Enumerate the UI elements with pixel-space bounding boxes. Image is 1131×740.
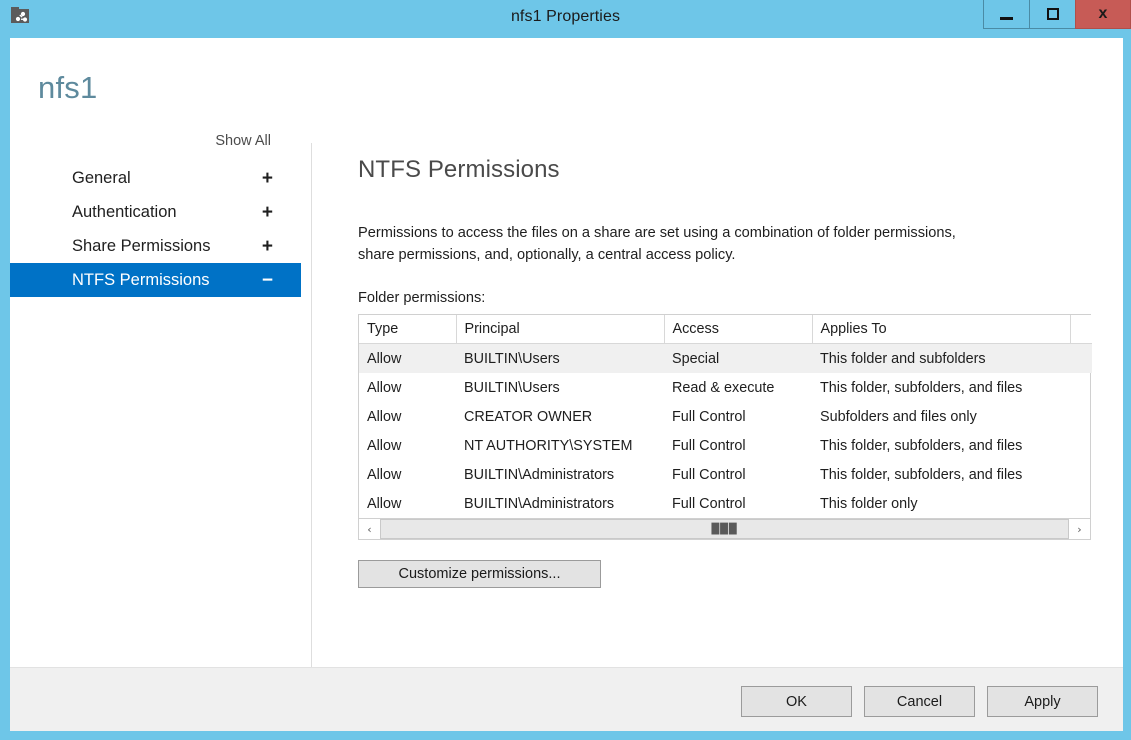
- sidebar-item-label: Authentication: [72, 203, 262, 222]
- page-title: nfs1: [38, 70, 97, 106]
- table-row[interactable]: Allow NT AUTHORITY\SYSTEM Full Control T…: [359, 431, 1092, 460]
- plus-icon: +: [262, 203, 273, 222]
- dialog-footer: OK Cancel Apply: [10, 667, 1123, 731]
- window-title: nfs1 Properties: [0, 8, 1131, 26]
- minus-icon: −: [262, 271, 273, 290]
- table-row[interactable]: Allow BUILTIN\Administrators Full Contro…: [359, 460, 1092, 489]
- table-row[interactable]: Allow BUILTIN\Administrators Full Contro…: [359, 489, 1092, 518]
- table-row[interactable]: Allow CREATOR OWNER Full Control Subfold…: [359, 402, 1092, 431]
- section-description: Permissions to access the files on a sha…: [358, 222, 990, 266]
- table-body: Allow BUILTIN\Users Special This folder …: [359, 344, 1092, 519]
- folder-permissions-label: Folder permissions:: [358, 290, 1098, 306]
- sidebar-item-authentication[interactable]: Authentication +: [10, 195, 301, 229]
- sidebar-item-label: General: [72, 169, 262, 188]
- cell-principal: CREATOR OWNER: [456, 402, 664, 431]
- cell-applies-to: Subfolders and files only: [812, 402, 1070, 431]
- scrollbar-grip-icon: ███: [711, 524, 737, 535]
- plus-icon: +: [262, 169, 273, 188]
- folder-permissions-table: Type Principal Access Applies To Allow B…: [358, 314, 1091, 519]
- cell-type: Allow: [359, 344, 456, 374]
- sidebar-item-label: Share Permissions: [72, 237, 262, 256]
- sidebar-item-label: NTFS Permissions: [72, 271, 262, 290]
- customize-permissions-button[interactable]: Customize permissions...: [358, 560, 601, 588]
- sidebar-item-general[interactable]: General +: [10, 161, 301, 195]
- minimize-button[interactable]: [983, 0, 1029, 29]
- main-content: NTFS Permissions Permissions to access t…: [358, 156, 1098, 588]
- minimize-icon: [1000, 17, 1013, 20]
- cell-applies-to: This folder and subfolders: [812, 344, 1070, 374]
- cell-extra: [1070, 431, 1092, 460]
- cell-type: Allow: [359, 402, 456, 431]
- table-row[interactable]: Allow BUILTIN\Users Special This folder …: [359, 344, 1092, 374]
- cell-principal: BUILTIN\Users: [456, 373, 664, 402]
- cell-applies-to: This folder only: [812, 489, 1070, 518]
- table-header-row: Type Principal Access Applies To: [359, 315, 1092, 344]
- cell-extra: [1070, 489, 1092, 518]
- column-header-extra[interactable]: [1070, 315, 1092, 344]
- table-row[interactable]: Allow BUILTIN\Users Read & execute This …: [359, 373, 1092, 402]
- horizontal-scrollbar[interactable]: ‹ ███ ›: [358, 519, 1091, 540]
- cell-type: Allow: [359, 460, 456, 489]
- footer-button-group: OK Cancel Apply: [741, 686, 1098, 717]
- cell-access: Full Control: [664, 489, 812, 518]
- cell-applies-to: This folder, subfolders, and files: [812, 460, 1070, 489]
- cell-principal: NT AUTHORITY\SYSTEM: [456, 431, 664, 460]
- cell-access: Full Control: [664, 402, 812, 431]
- ok-button[interactable]: OK: [741, 686, 852, 717]
- cell-principal: BUILTIN\Users: [456, 344, 664, 374]
- scroll-right-arrow-icon[interactable]: ›: [1069, 519, 1090, 539]
- title-bar: nfs1 Properties x: [0, 0, 1131, 38]
- sidebar-item-ntfs-permissions[interactable]: NTFS Permissions −: [10, 263, 301, 297]
- cancel-button[interactable]: Cancel: [864, 686, 975, 717]
- cell-access: Read & execute: [664, 373, 812, 402]
- cell-principal: BUILTIN\Administrators: [456, 489, 664, 518]
- sidebar-item-list: General + Authentication + Share Permiss…: [10, 161, 301, 297]
- nav-content-divider: [311, 143, 312, 673]
- apply-button[interactable]: Apply: [987, 686, 1098, 717]
- sidebar-item-share-permissions[interactable]: Share Permissions +: [10, 229, 301, 263]
- dialog-body: nfs1 Show All General + Authentication +…: [10, 38, 1123, 731]
- cell-applies-to: This folder, subfolders, and files: [812, 431, 1070, 460]
- plus-icon: +: [262, 237, 273, 256]
- column-header-access[interactable]: Access: [664, 315, 812, 344]
- cell-access: Full Control: [664, 431, 812, 460]
- maximize-icon: [1047, 8, 1059, 20]
- section-title: NTFS Permissions: [358, 156, 1098, 184]
- cell-access: Special: [664, 344, 812, 374]
- scrollbar-track[interactable]: ███: [380, 519, 1069, 539]
- cell-access: Full Control: [664, 460, 812, 489]
- column-header-applies-to[interactable]: Applies To: [812, 315, 1070, 344]
- show-all-link[interactable]: Show All: [215, 133, 271, 149]
- scroll-left-arrow-icon[interactable]: ‹: [359, 519, 380, 539]
- cell-extra: [1070, 344, 1092, 374]
- cell-type: Allow: [359, 373, 456, 402]
- column-header-type[interactable]: Type: [359, 315, 456, 344]
- cell-extra: [1070, 460, 1092, 489]
- cell-type: Allow: [359, 431, 456, 460]
- cell-extra: [1070, 373, 1092, 402]
- window-controls: x: [983, 0, 1131, 30]
- cell-extra: [1070, 402, 1092, 431]
- cell-type: Allow: [359, 489, 456, 518]
- close-button[interactable]: x: [1075, 0, 1131, 29]
- cell-applies-to: This folder, subfolders, and files: [812, 373, 1070, 402]
- cell-principal: BUILTIN\Administrators: [456, 460, 664, 489]
- column-header-principal[interactable]: Principal: [456, 315, 664, 344]
- properties-window: nfs1 Properties x nfs1 Show All General …: [0, 0, 1131, 740]
- maximize-button[interactable]: [1029, 0, 1075, 29]
